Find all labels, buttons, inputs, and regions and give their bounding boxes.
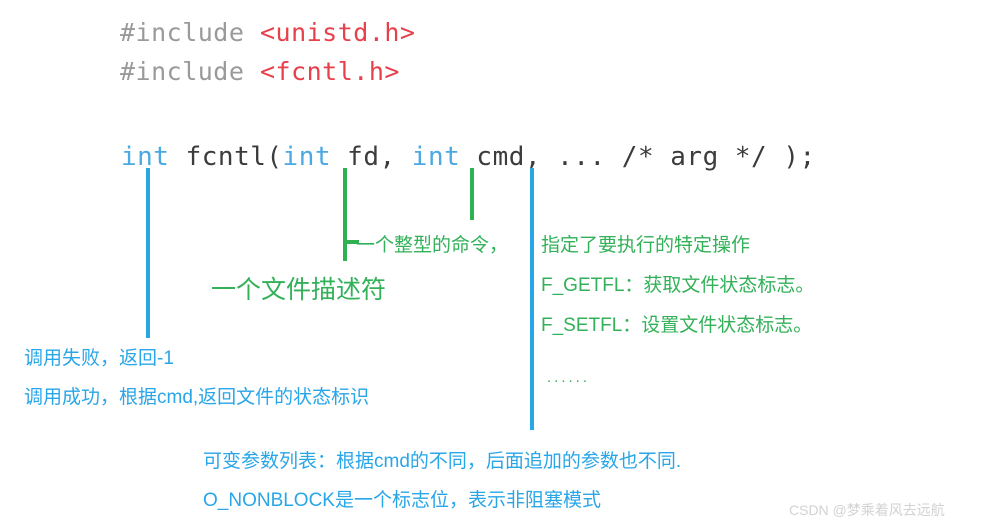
connector-fd [343, 168, 347, 261]
annotation-f-setfl: F_SETFL：设置文件状态标志。 [541, 315, 813, 336]
function-signature: int fcntl(int fd, int cmd, ... /* arg */… [121, 142, 816, 172]
signature-tail: cmd, ... /* arg */ ); [460, 142, 816, 172]
include-line-unistd: #include <unistd.h> [120, 18, 415, 47]
connector-cmd [470, 168, 474, 220]
annotation-f-getfl: F_GETFL：获取文件状态标志。 [541, 275, 815, 296]
csdn-watermark: CSDN @梦乘着风去远航 [789, 502, 945, 518]
keyword-int-cmd: int [411, 142, 461, 172]
annotation-fd-description: 一个文件描述符 [211, 276, 387, 304]
slide-canvas: #include <unistd.h> #include <fcntl.h> i… [0, 0, 998, 524]
annotation-return-success: 调用成功，根据cmd,返回文件的状态标识 [24, 387, 370, 408]
annotation-return-fail: 调用失败，返回-1 [24, 348, 174, 369]
include-directive: #include [120, 57, 260, 86]
keyword-int-fd: int [282, 142, 332, 172]
include-header-unistd: <unistd.h> [259, 18, 416, 47]
annotation-cmd-operation: 指定了要执行的特定操作 [541, 235, 751, 256]
connector-vararg [530, 168, 534, 430]
signature-fcntl-open: fcntl( [169, 142, 283, 172]
include-header-fcntl: <fcntl.h> [259, 57, 400, 86]
annotation-vararg-list: 可变参数列表：根据cmd的不同，后面追加的参数也不同. [203, 451, 682, 472]
include-line-fcntl: #include <fcntl.h> [120, 57, 400, 86]
annotation-ellipsis: ...... [547, 369, 591, 386]
annotation-nonblock: O_NONBLOCK是一个标志位，表示非阻塞模式 [203, 490, 601, 511]
connector-return-type [146, 168, 150, 338]
annotation-cmd-description: 一个整型的命令， [356, 235, 509, 256]
include-directive: #include [120, 18, 260, 47]
